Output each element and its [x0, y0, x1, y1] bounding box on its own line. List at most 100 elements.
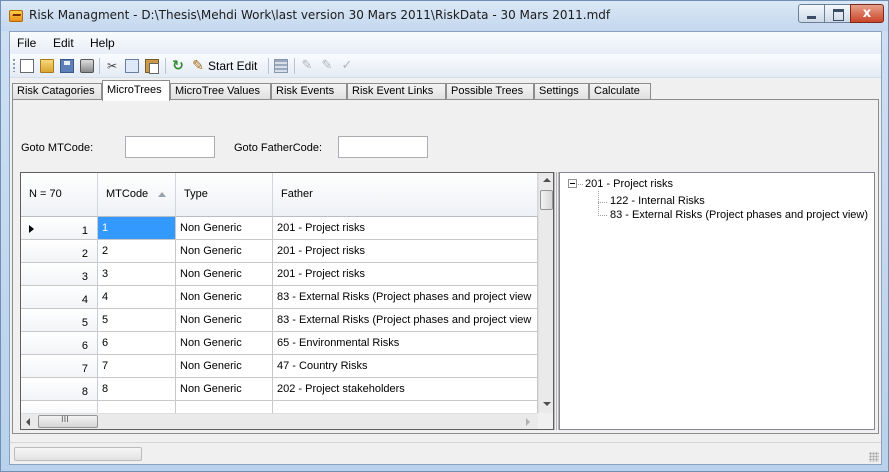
tab-risk-catagories[interactable]: Risk Catagories: [12, 83, 102, 100]
cell-father[interactable]: 83 - External Risks (Project phases and …: [273, 286, 538, 309]
tab-microtree-values[interactable]: MicroTree Values: [170, 83, 271, 100]
row-count-header[interactable]: N = 70: [21, 173, 98, 217]
refresh-icon[interactable]: ↻: [171, 59, 185, 73]
cell-father[interactable]: 65 - Environmental Risks: [273, 332, 538, 355]
close-button[interactable]: x: [850, 4, 884, 23]
tab-microtrees[interactable]: MicroTrees: [102, 80, 170, 101]
menu-help[interactable]: Help: [90, 36, 115, 50]
horizontal-scroll-thumb[interactable]: III: [38, 415, 98, 428]
copy-icon[interactable]: [125, 59, 139, 73]
tree-connector: [598, 215, 608, 216]
cut-icon[interactable]: ✂: [105, 59, 119, 73]
tab-risk-event-links[interactable]: Risk Event Links: [347, 83, 446, 100]
cell-mtcode[interactable]: 2: [98, 240, 176, 263]
cell-mtcode[interactable]: 3: [98, 263, 176, 286]
cell-type[interactable]: Non Generic: [176, 240, 273, 263]
tab-settings[interactable]: Settings: [534, 83, 589, 100]
table-row[interactable]: 2 2 Non Generic 201 - Project risks: [21, 240, 541, 263]
maximize-button[interactable]: [824, 4, 851, 23]
column-header-mtcode-label: MTCode: [106, 188, 149, 200]
cell-mtcode[interactable]: 8: [98, 378, 176, 401]
row-header[interactable]: 2: [21, 240, 98, 263]
row-count-label: N = 70: [29, 188, 62, 200]
scroll-right-icon[interactable]: [526, 418, 530, 426]
table-row[interactable]: 6 6 Non Generic 65 - Environmental Risks: [21, 332, 541, 355]
edit-disabled-icon[interactable]: ✎: [320, 59, 334, 73]
goto-mtcode-input[interactable]: [125, 136, 215, 158]
cell-mtcode[interactable]: 6: [98, 332, 176, 355]
vertical-scroll-thumb[interactable]: [540, 190, 553, 210]
tree-node-internal-risks[interactable]: 122 - Internal Risks: [610, 195, 705, 207]
start-edit-button[interactable]: Start Edit: [208, 59, 257, 73]
title-bar[interactable]: Risk Managment - D:\Thesis\Mehdi Work\la…: [1, 1, 888, 31]
tree-node-root[interactable]: 201 - Project risks: [585, 178, 673, 190]
cell-type[interactable]: Non Generic: [176, 263, 273, 286]
menu-edit[interactable]: Edit: [53, 36, 74, 50]
grid-horizontal-scrollbar[interactable]: III: [21, 413, 538, 429]
row-header[interactable]: 1: [21, 217, 98, 240]
tab-possible-trees[interactable]: Possible Trees: [446, 83, 534, 100]
scroll-down-icon[interactable]: [543, 402, 551, 406]
tab-calculate[interactable]: Calculate: [589, 83, 651, 100]
cell-father[interactable]: 83 - External Risks (Project phases and …: [273, 309, 538, 332]
menu-file[interactable]: File: [17, 36, 36, 50]
cell-father[interactable]: 47 - Country Risks: [273, 355, 538, 378]
scroll-up-icon[interactable]: [543, 178, 551, 182]
microtrees-grid[interactable]: N = 70 MTCode Type Father 1 1 Non Generi…: [20, 172, 554, 430]
table-row[interactable]: 3 3 Non Generic 201 - Project risks: [21, 263, 541, 286]
cell-father[interactable]: 201 - Project risks: [273, 240, 538, 263]
cell-type[interactable]: Non Generic: [176, 309, 273, 332]
toolbar: ✂ ↻ ✎ Start Edit ✎ ✎ ✓: [10, 54, 881, 78]
cell-father[interactable]: 201 - Project risks: [273, 217, 538, 240]
microtree-tree-view[interactable]: 201 - Project risks 122 - Internal Risks…: [559, 172, 875, 430]
row-header[interactable]: 7: [21, 355, 98, 378]
cell-father[interactable]: 202 - Project stakeholders: [273, 378, 538, 401]
tab-risk-events[interactable]: Risk Events: [271, 83, 347, 100]
row-header[interactable]: 6: [21, 332, 98, 355]
new-icon[interactable]: [20, 59, 34, 73]
resize-grip-icon[interactable]: [869, 452, 879, 462]
scrollbar-corner: [538, 413, 553, 429]
save-icon[interactable]: [60, 59, 74, 73]
scroll-left-icon[interactable]: [26, 418, 30, 426]
column-header-father[interactable]: Father: [273, 173, 538, 217]
tree-node-external-risks[interactable]: 83 - External Risks (Project phases and …: [610, 209, 868, 221]
row-header[interactable]: 4: [21, 286, 98, 309]
cell-type[interactable]: Non Generic: [176, 332, 273, 355]
column-header-type-label: Type: [184, 188, 208, 200]
table-row[interactable]: 5 5 Non Generic 83 - External Risks (Pro…: [21, 309, 541, 332]
cell-type[interactable]: Non Generic: [176, 355, 273, 378]
check-disabled-icon[interactable]: ✓: [340, 59, 354, 73]
window-title: Risk Managment - D:\Thesis\Mehdi Work\la…: [29, 8, 611, 22]
row-header[interactable]: 8: [21, 378, 98, 401]
minimize-button[interactable]: [798, 4, 825, 23]
cell-mtcode[interactable]: 4: [98, 286, 176, 309]
cell-father[interactable]: 201 - Project risks: [273, 263, 538, 286]
collapse-node-icon[interactable]: [568, 179, 577, 188]
goto-fathercode-input[interactable]: [338, 136, 428, 158]
cell-mtcode[interactable]: 1: [98, 217, 176, 240]
cell-mtcode[interactable]: 5: [98, 309, 176, 332]
toolbar-grip[interactable]: [13, 59, 15, 72]
paste-icon[interactable]: [145, 59, 159, 74]
grid-vertical-scrollbar[interactable]: [538, 173, 553, 413]
edit-disabled-icon[interactable]: ✎: [300, 59, 314, 73]
cell-type[interactable]: Non Generic: [176, 286, 273, 309]
column-header-type[interactable]: Type: [176, 173, 273, 217]
current-row-pointer-icon: [29, 225, 34, 233]
pencil-icon[interactable]: ✎: [191, 59, 205, 73]
cell-type[interactable]: Non Generic: [176, 378, 273, 401]
grid-icon[interactable]: [274, 59, 288, 73]
column-header-mtcode[interactable]: MTCode: [98, 173, 176, 217]
cell-type[interactable]: Non Generic: [176, 217, 273, 240]
row-header[interactable]: 5: [21, 309, 98, 332]
table-row[interactable]: 7 7 Non Generic 47 - Country Risks: [21, 355, 541, 378]
cell-mtcode[interactable]: 7: [98, 355, 176, 378]
open-icon[interactable]: [40, 59, 54, 73]
table-row[interactable]: 1 1 Non Generic 201 - Project risks: [21, 217, 541, 240]
table-row[interactable]: 4 4 Non Generic 83 - External Risks (Pro…: [21, 286, 541, 309]
print-icon[interactable]: [80, 59, 94, 73]
sort-ascending-icon: [158, 192, 166, 197]
row-header[interactable]: 3: [21, 263, 98, 286]
table-row[interactable]: 8 8 Non Generic 202 - Project stakeholde…: [21, 378, 541, 401]
